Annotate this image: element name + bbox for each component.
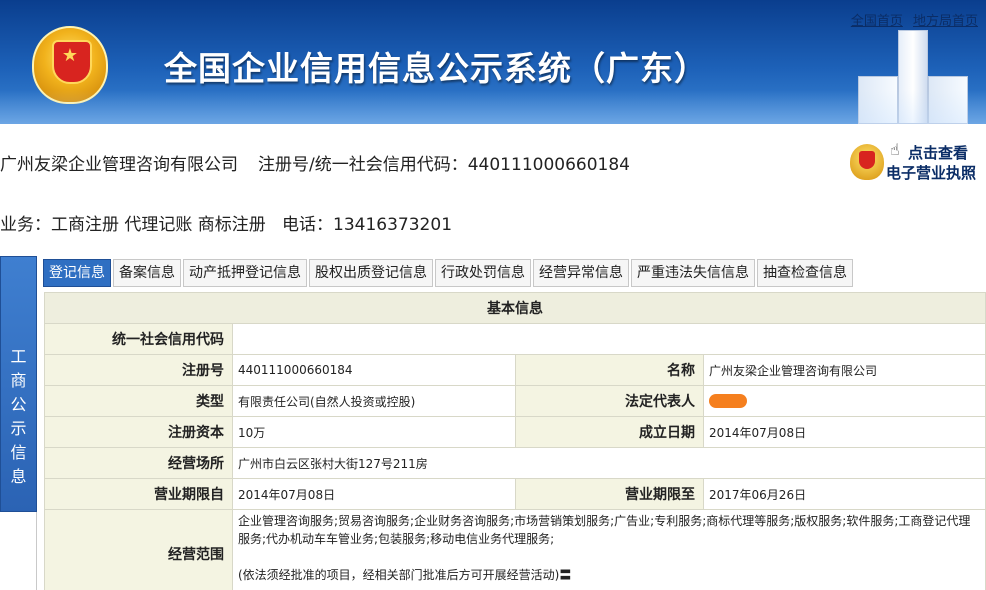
phone-label: 电话： xyxy=(282,215,334,235)
name-value: 广州友梁企业管理咨询有限公司 xyxy=(703,354,986,386)
term-to-label: 营业期限至 xyxy=(515,478,704,510)
e-license-line2: 电子营业执照 xyxy=(886,164,977,182)
side-tab-char: 息 xyxy=(10,467,27,486)
hand-pointer-icon: ☝ xyxy=(890,140,900,159)
table-row: 注册号 440111000660184 名称 广州友梁企业管理咨询有限公司 xyxy=(44,354,986,386)
site-title: 全国企业信用信息公示系统（广东） xyxy=(164,49,708,88)
tab-abnormal-operation[interactable]: 经营异常信息 xyxy=(533,259,629,287)
address-value: 广州市白云区张村大街127号211房 xyxy=(232,447,986,479)
tab-administrative-penalty[interactable]: 行政处罚信息 xyxy=(435,259,531,287)
business-text: 业务：工商注册 代理记账 商标注册 xyxy=(0,215,266,235)
table-row: 类型 有限责任公司(自然人投资或控股) 法定代表人 xyxy=(44,385,986,417)
capital-label: 注册资本 xyxy=(44,416,233,448)
national-home-link[interactable]: 全国首页 xyxy=(851,14,903,29)
company-name: 广州友梁企业管理咨询有限公司 xyxy=(0,155,238,175)
table-row: 基本信息 xyxy=(44,292,986,324)
term-from-value: 2014年07月08日 xyxy=(232,478,516,510)
company-summary: 广州友梁企业管理咨询有限公司 注册号/统一社会信用代码：4401110006601… xyxy=(0,150,630,175)
national-emblem-icon xyxy=(32,26,108,104)
table-row: 经营场所 广州市白云区张村大街127号211房 xyxy=(44,447,986,479)
table-row: 注册资本 10万 成立日期 2014年07月08日 xyxy=(44,416,986,448)
tab-filing-info[interactable]: 备案信息 xyxy=(113,259,181,287)
reg-no-value: 440111000660184 xyxy=(467,155,630,175)
local-bureau-home-link[interactable]: 地方局首页 xyxy=(913,14,978,29)
type-label: 类型 xyxy=(44,385,233,417)
basic-info-table: 基本信息 统一社会信用代码 注册号 440111000660184 名称 广州友… xyxy=(44,292,986,590)
credit-code-label: 统一社会信用代码 xyxy=(44,323,233,355)
legal-rep-label: 法定代表人 xyxy=(515,385,704,417)
side-tab-char: 商 xyxy=(10,371,27,390)
basic-info-heading: 基本信息 xyxy=(44,292,986,324)
tab-registration-info[interactable]: 登记信息 xyxy=(43,259,111,287)
type-value: 有限责任公司(自然人投资或控股) xyxy=(232,385,516,417)
established-label: 成立日期 xyxy=(515,416,704,448)
side-tab-business-disclosure[interactable]: 工 商 公 示 信 息 xyxy=(0,256,37,512)
scope-value-cell: 企业管理咨询服务;贸易咨询服务;企业财务咨询服务;市场营销策划服务;广告业;专利… xyxy=(232,509,986,590)
scope-label: 经营范围 xyxy=(44,509,233,590)
tab-chattel-mortgage[interactable]: 动产抵押登记信息 xyxy=(183,259,307,287)
reg-no-label: 注册号/统一社会信用代码： xyxy=(258,155,468,175)
side-tab-char: 示 xyxy=(10,419,27,438)
business-contact: 业务：工商注册 代理记账 商标注册 电话：13416373201 xyxy=(0,210,452,235)
scope-note: (依法须经批准的项目，经相关部门批准后方可开展经营活动)〓 xyxy=(238,568,572,582)
term-to-value: 2017年06月26日 xyxy=(703,478,986,510)
header-banner: 全国企业信用信息公示系统（广东） xyxy=(0,0,986,124)
phone-value: 13416373201 xyxy=(333,215,453,235)
side-tab-char: 工 xyxy=(10,347,27,366)
info-tabs: 登记信息 备案信息 动产抵押登记信息 股权出质登记信息 行政处罚信息 经营异常信… xyxy=(43,259,855,289)
tab-spot-check[interactable]: 抽查检查信息 xyxy=(757,259,853,287)
license-emblem-icon xyxy=(850,144,884,180)
scope-value: 企业管理咨询服务;贸易咨询服务;企业财务咨询服务;市场营销策划服务;广告业;专利… xyxy=(238,514,971,546)
term-from-label: 营业期限自 xyxy=(44,478,233,510)
top-links: 全国首页 地方局首页 xyxy=(845,10,978,29)
redaction-mark xyxy=(709,394,747,409)
side-tab-char: 信 xyxy=(10,443,27,462)
capital-value: 10万 xyxy=(232,416,516,448)
tab-equity-pledge[interactable]: 股权出质登记信息 xyxy=(309,259,433,287)
credit-code-value xyxy=(232,323,986,355)
address-label: 经营场所 xyxy=(44,447,233,479)
building-illustration-icon xyxy=(858,20,968,124)
reg-no-field-value: 440111000660184 xyxy=(232,354,516,386)
table-row: 营业期限自 2014年07月08日 营业期限至 2017年06月26日 xyxy=(44,478,986,510)
side-tab-char: 公 xyxy=(10,395,27,414)
e-license-button[interactable]: ☝ 点击查看 电子营业执照 xyxy=(842,140,982,184)
side-panel-lower xyxy=(0,512,37,590)
e-license-line1: 点击查看 xyxy=(908,144,969,162)
name-label: 名称 xyxy=(515,354,704,386)
reg-no-field-label: 注册号 xyxy=(44,354,233,386)
table-row: 统一社会信用代码 xyxy=(44,323,986,355)
table-row: 经营范围 企业管理咨询服务;贸易咨询服务;企业财务咨询服务;市场营销策划服务;广… xyxy=(44,509,986,590)
tab-serious-violation[interactable]: 严重违法失信信息 xyxy=(631,259,755,287)
legal-rep-value xyxy=(703,385,986,417)
established-value: 2014年07月08日 xyxy=(703,416,986,448)
